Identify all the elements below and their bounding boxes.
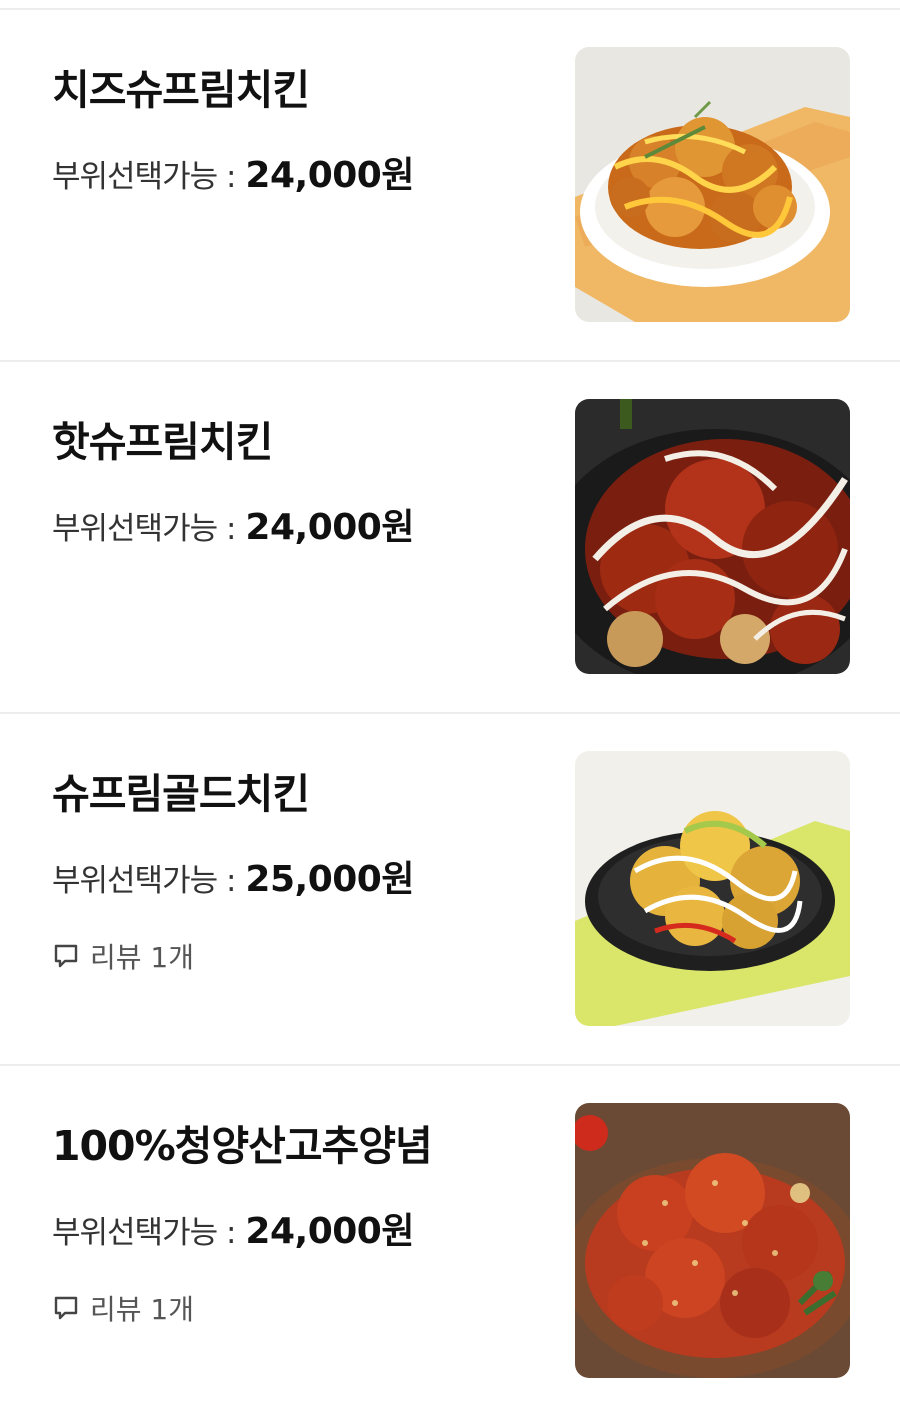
speech-bubble-icon (54, 1296, 78, 1320)
menu-item-supreme-gold[interactable]: 슈프림골드치킨 부위선택가능 : 25,000원 리뷰 1개 (0, 714, 900, 1066)
review-count[interactable]: 리뷰 1개 (52, 936, 194, 976)
price-row: 부위선택가능 : 24,000원 (52, 146, 414, 198)
menu-item-photo[interactable] (575, 399, 850, 674)
price-prefix: 부위선택가능 : (52, 159, 236, 195)
price-value: 25,000원 (245, 859, 414, 900)
price-row: 부위선택가능 : 24,000원 (52, 1202, 414, 1254)
menu-item-name: 핫슈프림치킨 (52, 418, 273, 466)
menu-item-photo[interactable] (575, 47, 850, 322)
price-value: 24,000원 (245, 155, 414, 196)
menu-item-name: 치즈슈프림치킨 (52, 66, 310, 114)
menu-item-name: 100%청양산고추양념 (52, 1122, 433, 1170)
menu-item-cheese-supreme[interactable]: 치즈슈프림치킨 부위선택가능 : 24,000원 (0, 10, 900, 362)
review-count[interactable]: 리뷰 1개 (52, 1288, 194, 1328)
price-prefix: 부위선택가능 : (52, 511, 236, 547)
menu-item-photo[interactable] (575, 751, 850, 1026)
review-label: 리뷰 1개 (90, 941, 194, 974)
review-label: 리뷰 1개 (90, 1293, 194, 1326)
top-edge-divider (0, 0, 900, 10)
menu-item-hot-supreme[interactable]: 핫슈프림치킨 부위선택가능 : 24,000원 (0, 362, 900, 714)
price-row: 부위선택가능 : 24,000원 (52, 498, 414, 550)
menu-item-photo[interactable] (575, 1103, 850, 1378)
price-prefix: 부위선택가능 : (52, 1215, 236, 1251)
price-prefix: 부위선택가능 : (52, 863, 236, 899)
menu-item-name: 슈프림골드치킨 (52, 770, 310, 818)
price-row: 부위선택가능 : 25,000원 (52, 850, 414, 902)
menu-list: 치즈슈프림치킨 부위선택가능 : 24,000원 핫슈프림치킨 부위선택가능:… (0, 10, 900, 1418)
price-value: 24,000원 (245, 1211, 414, 1252)
speech-bubble-icon (54, 944, 78, 968)
menu-item-cheongyang-pepper[interactable]: 100%청양산고추양념 부위선택가능 : 24,000원 리뷰 1개 (0, 1066, 900, 1418)
price-value: 24,000원 (245, 507, 414, 548)
